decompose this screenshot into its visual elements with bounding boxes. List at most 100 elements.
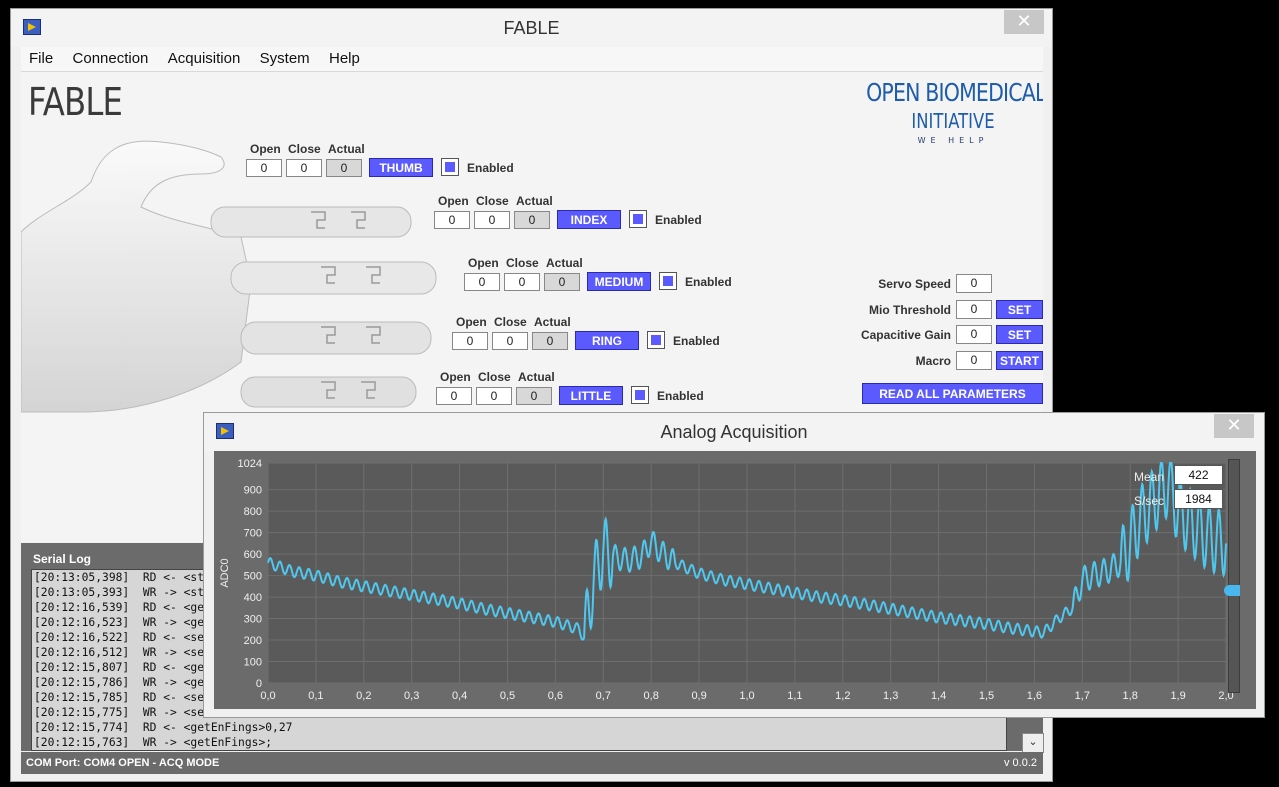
sps-label: S/sec [1134, 494, 1165, 508]
close-icon[interactable]: ✕ [1004, 10, 1044, 34]
ring-open-input[interactable]: 0 [452, 332, 488, 350]
medium-open-input[interactable]: 0 [464, 273, 500, 291]
actual-label: Actual [546, 256, 583, 270]
x-tick-label: 1,1 [787, 690, 802, 702]
open-label: Open [440, 370, 471, 384]
y-axis-label: ADC0 [219, 558, 231, 587]
y-tick-label: 300 [244, 614, 262, 626]
ring-button[interactable]: RING [575, 331, 639, 350]
little-open-input[interactable]: 0 [436, 387, 472, 405]
log-line: [20:12:15,774] RD <- <getEnFings>0,27 [34, 721, 293, 734]
x-axis-ticks: 0,0 0,1 0,2 0,3 0,4 0,5 0,6 0,7 0,8 0,9 1,0 1,1 1,2 1… [260, 690, 1233, 702]
menu-bar: File Connection Acquisition System Help [21, 47, 1043, 72]
close-label: Close [476, 194, 509, 208]
x-tick-label: 0,9 [691, 690, 706, 702]
y-tick-label: 0 [256, 678, 262, 690]
thumb-actual-value: 0 [326, 159, 362, 177]
acquisition-titlebar[interactable]: Analog Acquisition ✕ [204, 413, 1264, 451]
actual-label: Actual [516, 194, 553, 208]
index-open-input[interactable]: 0 [434, 211, 470, 229]
medium-enabled-checkbox[interactable] [659, 272, 677, 290]
macro-input[interactable]: 0 [956, 351, 992, 370]
medium-close-input[interactable]: 0 [504, 273, 540, 291]
thumb-open-input[interactable]: 0 [246, 159, 282, 177]
ring-actual-value: 0 [532, 332, 568, 350]
scale-slider-track[interactable] [1228, 459, 1240, 693]
logo-line1: OPEN BIOMEDICAL [866, 78, 1043, 107]
y-tick-label: 600 [244, 549, 262, 561]
mio-threshold-input[interactable]: 0 [956, 300, 992, 319]
close-label: Close [478, 370, 511, 384]
x-tick-label: 0,2 [356, 690, 371, 702]
x-tick-label: 1,5 [979, 690, 994, 702]
close-icon[interactable]: ✕ [1214, 414, 1254, 438]
index-close-input[interactable]: 0 [474, 211, 510, 229]
little-close-input[interactable]: 0 [476, 387, 512, 405]
sps-value: 1984 [1174, 489, 1223, 509]
capacitive-gain-set-button[interactable]: SET [996, 325, 1043, 344]
menu-help[interactable]: Help [321, 47, 368, 67]
thumb-close-input[interactable]: 0 [286, 159, 322, 177]
scroll-down-icon[interactable]: ⌄ [1022, 733, 1044, 753]
status-bar: COM Port: COM4 OPEN - ACQ MODE v 0.0.2 [21, 752, 1043, 774]
menu-file[interactable]: File [21, 47, 61, 67]
mio-threshold-label: Mio Threshold [869, 303, 951, 317]
x-tick-label: 0,1 [308, 690, 323, 702]
main-titlebar[interactable]: FABLE ✕ [11, 9, 1052, 47]
ring-close-input[interactable]: 0 [492, 332, 528, 350]
x-tick-label: 0,6 [548, 690, 563, 702]
x-tick-label: 1,0 [739, 690, 754, 702]
logo-line3: WE HELP [917, 136, 989, 145]
enabled-label: Enabled [467, 161, 514, 175]
close-label: Close [288, 142, 321, 156]
y-tick-label: 200 [244, 635, 262, 647]
menu-system[interactable]: System [252, 47, 318, 67]
actual-label: Actual [518, 370, 555, 384]
servo-speed-label: Servo Speed [878, 277, 951, 291]
thumb-enabled-checkbox[interactable] [441, 158, 459, 176]
serial-log-title: Serial Log [33, 552, 92, 566]
little-actual-value: 0 [516, 387, 552, 405]
medium-button[interactable]: MEDIUM [587, 272, 651, 291]
close-label: Close [494, 315, 527, 329]
x-tick-label: 0,8 [644, 690, 659, 702]
logo-line2: INITIATIVE [911, 109, 995, 133]
y-axis-ticks: 0 100 200 300 400 500 600 700 800 900 1024 [238, 458, 262, 690]
enabled-label: Enabled [673, 334, 720, 348]
analog-chart: 01002003004005006007008009001024 0,0 0,1 0… [219, 458, 1234, 702]
x-tick-label: 1,4 [931, 690, 946, 702]
y-tick-label: 400 [244, 592, 262, 604]
open-label: Open [438, 194, 469, 208]
obi-logo: OPEN BIOMEDICAL INITIATIVE WE HELP [866, 78, 1043, 145]
read-all-parameters-button[interactable]: READ ALL PARAMETERS [862, 383, 1043, 404]
medium-actual-value: 0 [544, 273, 580, 291]
macro-start-button[interactable]: START [996, 351, 1043, 370]
version-text: v 0.0.2 [1003, 757, 1037, 769]
y-tick-label: 500 [244, 571, 262, 583]
y-tick-label: 800 [244, 506, 262, 518]
index-button[interactable]: INDEX [557, 210, 621, 229]
log-line: [20:12:15,763] WR -> <getEnFings>; [34, 736, 273, 749]
capacitive-gain-input[interactable]: 0 [956, 325, 992, 344]
menu-connection[interactable]: Connection [65, 47, 157, 67]
thumb-button[interactable]: THUMB [369, 158, 433, 177]
scale-slider-knob[interactable] [1224, 585, 1240, 596]
index-enabled-checkbox[interactable] [629, 210, 647, 228]
x-tick-label: 0,0 [260, 690, 275, 702]
actual-label: Actual [534, 315, 571, 329]
open-label: Open [456, 315, 487, 329]
acquisition-window: Analog Acquisition ✕ 0 100 200 300 400 500 600… [203, 412, 1265, 718]
servo-speed-input[interactable]: 0 [956, 274, 992, 293]
little-button[interactable]: LITTLE [559, 386, 623, 405]
ring-enabled-checkbox[interactable] [647, 331, 665, 349]
little-enabled-checkbox[interactable] [631, 386, 649, 404]
open-label: Open [468, 256, 499, 270]
y-tick-label: 900 [244, 485, 262, 497]
mio-threshold-set-button[interactable]: SET [996, 300, 1043, 319]
index-actual-value: 0 [514, 211, 550, 229]
mean-label: Mean [1134, 470, 1165, 484]
y-tick-label: 700 [244, 528, 262, 540]
menu-acquisition[interactable]: Acquisition [160, 47, 249, 67]
x-tick-label: 0,5 [500, 690, 515, 702]
x-tick-label: 1,7 [1075, 690, 1090, 702]
